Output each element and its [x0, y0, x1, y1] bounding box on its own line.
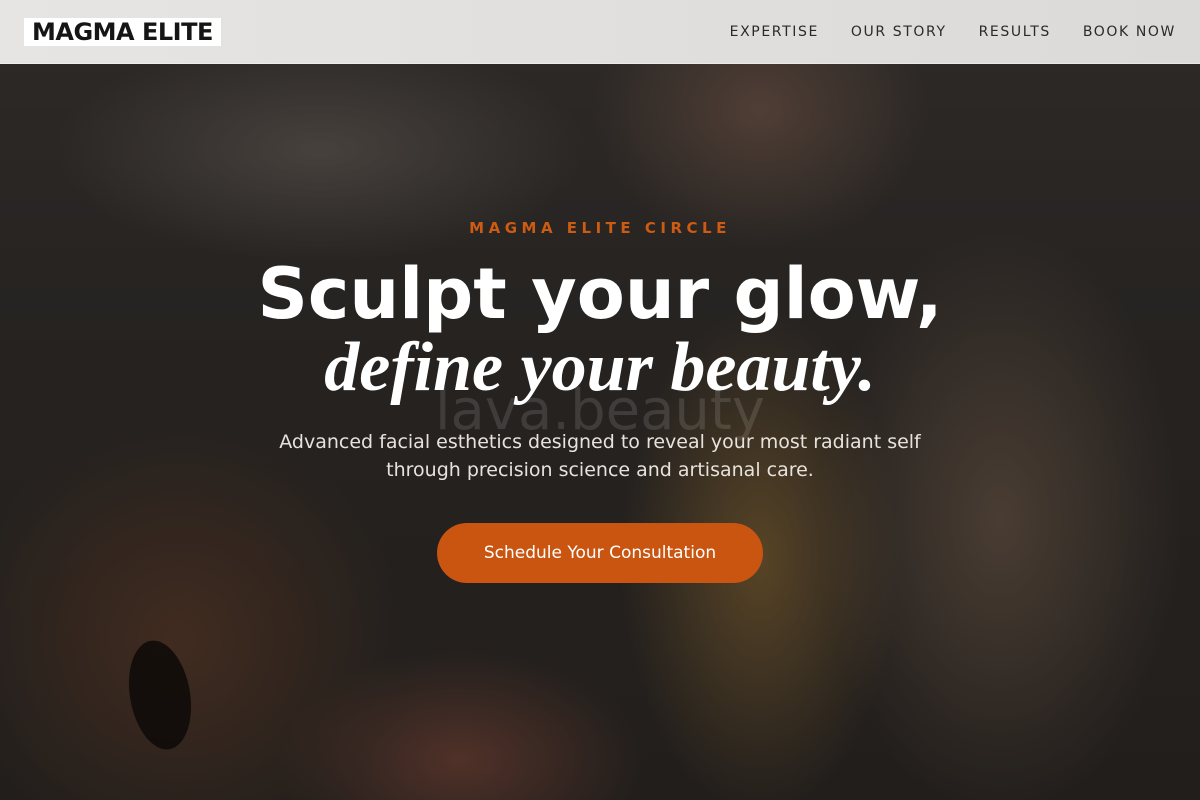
nav-link-our-story[interactable]: OUR STORY	[851, 24, 947, 40]
hero-description: Advanced facial esthetics designed to re…	[279, 431, 921, 481]
hero-headline-line1: Sculpt your glow,	[257, 253, 943, 335]
nav-link-expertise[interactable]: EXPERTISE	[730, 24, 819, 40]
brand-logo[interactable]: MAGMA ELITE	[24, 17, 221, 46]
schedule-consultation-button[interactable]: Schedule Your Consultation	[437, 523, 763, 583]
main-nav: EXPERTISE OUR STORY RESULTS BOOK NOW	[730, 24, 1176, 40]
hero-headline-line2: define your beauty.	[324, 329, 876, 406]
hero-eyebrow: MAGMA ELITE CIRCLE	[469, 219, 731, 237]
site-header: MAGMA ELITE EXPERTISE OUR STORY RESULTS …	[0, 0, 1200, 64]
nav-link-book-now[interactable]: BOOK NOW	[1083, 24, 1176, 40]
nav-link-results[interactable]: RESULTS	[979, 24, 1051, 40]
